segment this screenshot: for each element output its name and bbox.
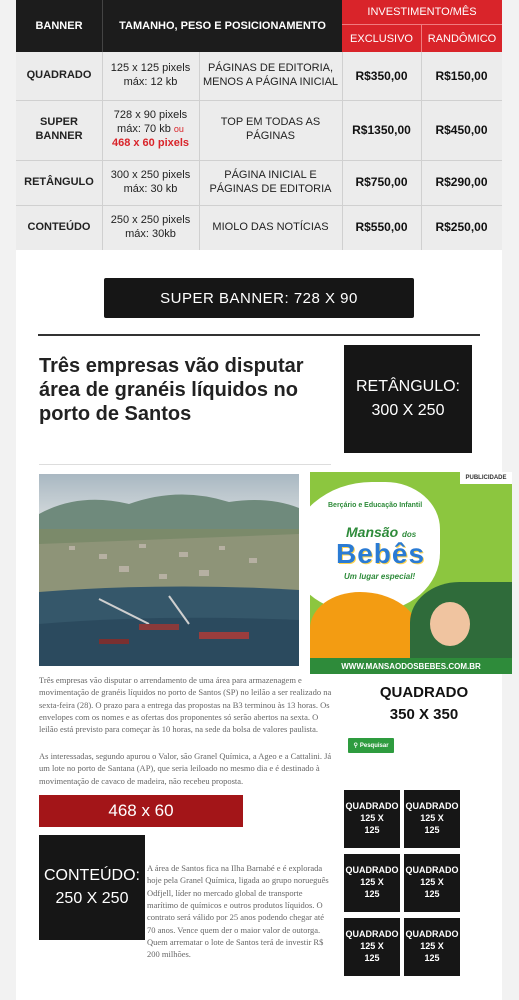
search-button[interactable]: ⚲ Pesquisar [348, 738, 394, 753]
search-icon: ⚲ [353, 743, 358, 749]
row-superbanner-random: R$450,00 [435, 122, 488, 137]
top-divider [38, 334, 480, 336]
row-quadrado-size: 125 x 125 pixels máx: 12 kb [110, 62, 191, 88]
header-random: RANDÔMICO [421, 24, 502, 52]
retangulo-placeholder[interactable]: RETÂNGULO: 300 X 250 [344, 345, 472, 453]
row-quadrado-placement: PÁGINAS DE EDITORIA, MENOS A PÁGINA INICI… [202, 62, 339, 88]
headline-divider [39, 464, 331, 465]
row-conteudo-name: CONTEÚDO [27, 220, 91, 233]
row-superbanner-size: 728 x 90 pixels máx: 70 kb ou 468 x 60 p… [111, 109, 190, 149]
row-retangulo-name: RETÂNGULO [24, 175, 94, 188]
ad-tagline: Berçário e Educação Infantil [328, 502, 423, 509]
quadrado-label: QUADRADO 350 X 350 [379, 684, 469, 723]
row-retangulo-random: R$290,00 [435, 175, 488, 189]
row-quadrado-random: R$150,00 [435, 68, 488, 83]
quadrado-125-3[interactable]: QUADRADO 125 X 125 [344, 854, 400, 912]
row-superbanner-exclusive: R$1350,00 [352, 122, 411, 137]
quadrado-125-5[interactable]: QUADRADO 125 X 125 [344, 918, 400, 976]
page-mockup: SUPER BANNER: 728 X 90 Três empresas vão… [16, 250, 512, 1000]
conteudo-placeholder[interactable]: CONTEÚDO: 250 X 250 [39, 835, 145, 940]
row-superbanner-name: SUPER BANNER [35, 116, 83, 142]
row-quadrado-exclusive: R$350,00 [355, 68, 408, 83]
quadrado-ad[interactable]: PUBLICIDADE Berçário e Educação Infantil… [310, 472, 512, 674]
ad-slogan: Um lugar especial! [344, 572, 416, 581]
row-retangulo-placement: PÁGINA INICIAL E PÁGINAS DE EDITORIA [209, 168, 332, 195]
quadrado-125-6[interactable]: QUADRADO 125 X 125 [404, 918, 460, 976]
port-aerial-photo [39, 474, 299, 666]
header-size: TAMANHO, PESO E POSICIONAMENTO [102, 0, 342, 52]
header-banner: BANNER [16, 0, 102, 52]
article-paragraph-2: As interessadas, segundo apurou o Valor,… [39, 751, 332, 786]
row-retangulo-exclusive: R$750,00 [355, 175, 408, 189]
article-paragraph-1: Três empresas vão disputar o arrendament… [39, 675, 332, 735]
super-banner-placeholder[interactable]: SUPER BANNER: 728 X 90 [104, 278, 414, 318]
ad-url[interactable]: WWW.MANSAODOSBEBES.COM.BR [310, 658, 512, 674]
row-conteudo-placement: MIOLO DAS NOTÍCIAS [212, 220, 329, 233]
banner-468-placeholder[interactable]: 468 x 60 [39, 795, 243, 827]
row-quadrado-name: QUADRADO [26, 69, 92, 82]
row-retangulo-size: 300 x 250 pixels máx: 30 kb [110, 168, 191, 195]
header-investment: INVESTIMENTO/MÊS [342, 0, 502, 24]
row-superbanner-placement: TOP EM TODAS AS PÁGINAS [220, 116, 321, 142]
quadrado-125-2[interactable]: QUADRADO 125 X 125 [404, 790, 460, 848]
article-headline: Três empresas vão disputar área de grané… [39, 355, 304, 425]
row-conteudo-random: R$250,00 [435, 220, 488, 234]
pricing-table: BANNER TAMANHO, PESO E POSICIONAMENTO IN… [16, 0, 502, 250]
ad-child-hand [430, 602, 470, 646]
ad-badge: PUBLICIDADE [460, 472, 512, 484]
ad-brand-line2: Bebês [336, 538, 426, 569]
article-paragraph-3: A área de Santos fica na Ilha Barnabé e … [147, 863, 329, 960]
quadrado-125-1[interactable]: QUADRADO 125 X 125 [344, 790, 400, 848]
row-conteudo-exclusive: R$550,00 [355, 220, 408, 234]
header-exclusive: EXCLUSIVO [342, 24, 421, 52]
row-conteudo-size: 250 x 250 pixels máx: 30kb [110, 213, 191, 240]
quadrado-125-4[interactable]: QUADRADO 125 X 125 [404, 854, 460, 912]
